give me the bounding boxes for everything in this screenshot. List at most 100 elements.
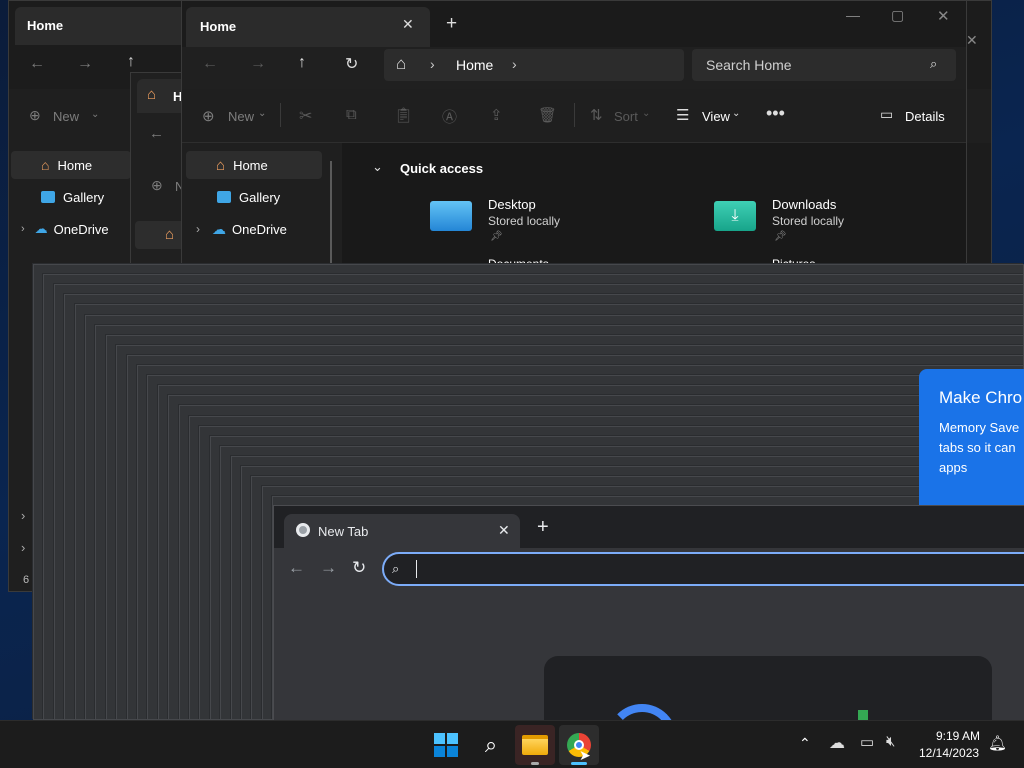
sidebar-item-label: OneDrive [53, 221, 109, 237]
file-explorer-button[interactable] [515, 725, 555, 765]
search-icon[interactable]: ⌕ [930, 56, 937, 72]
sidebar-item-gallery[interactable]: Gallery [11, 183, 131, 211]
new-button[interactable]: New [228, 109, 254, 124]
back-arrow-icon[interactable]: ← [29, 55, 45, 73]
new-button[interactable]: New [53, 109, 79, 124]
address-bar[interactable]: ⌂ › Home › [384, 49, 684, 81]
quick-access-item-desktop[interactable]: Desktop Stored locally 📌︎ [428, 193, 678, 249]
chevron-right-icon[interactable]: › [196, 222, 200, 236]
gallery-icon [41, 191, 55, 203]
chevron-right-icon[interactable]: › [21, 540, 25, 555]
search-placeholder: Search Home [706, 57, 792, 73]
share-icon[interactable]: ⇪ [490, 106, 503, 124]
chevron-down-icon: ⌄ [258, 108, 267, 119]
view-button[interactable]: View [702, 109, 730, 124]
tab-title: Home [200, 19, 237, 34]
chevron-down-icon: ⌄ [642, 108, 651, 119]
sort-icon[interactable]: ⇅ [590, 106, 603, 124]
home-icon: ⌂ [41, 157, 50, 173]
tab-title: Home [27, 18, 64, 33]
new-tab-button[interactable]: + [446, 13, 457, 35]
sidebar-item-gallery[interactable]: Gallery [186, 183, 322, 211]
omnibox[interactable]: ⌕ [382, 552, 1024, 586]
back-arrow-icon[interactable]: ← [149, 125, 164, 142]
home-icon: ⌂ [216, 156, 226, 174]
up-arrow-icon[interactable]: ↑ [298, 54, 306, 72]
copy-icon[interactable]: ⧉ [346, 106, 357, 123]
windows-logo-icon [434, 733, 458, 757]
divider [280, 103, 281, 127]
paste-icon[interactable]: 📋︎ [394, 106, 413, 124]
onedrive-icon: ☁ [212, 220, 226, 237]
quick-access-title[interactable]: Quick access [400, 161, 483, 176]
up-arrow-icon[interactable]: ↑ [127, 53, 135, 71]
close-icon[interactable]: ✕ [966, 32, 978, 49]
onedrive-offline-icon[interactable]: ☁ [829, 733, 845, 753]
chevron-down-icon[interactable]: ⌄ [372, 159, 383, 175]
close-window-icon[interactable]: ✕ [937, 7, 950, 25]
popup-body-line: tabs so it can [939, 440, 1016, 455]
sidebar-item-home[interactable]: ⌂ Home [11, 151, 131, 179]
refresh-icon[interactable]: ↻ [345, 54, 358, 74]
close-tab-icon[interactable]: ✕ [498, 522, 510, 539]
chevron-right-icon: › [430, 56, 435, 72]
cut-icon[interactable]: ✂ [299, 106, 312, 126]
chrome-favicon-icon [296, 523, 310, 537]
new-icon[interactable]: ⊕ [202, 107, 215, 125]
view-icon[interactable]: ☰ [676, 106, 689, 124]
chevron-right-icon[interactable]: › [21, 223, 25, 235]
new-tab-button[interactable]: + [537, 516, 549, 539]
desktop-folder-icon [430, 201, 472, 231]
home-icon: ⌂ [147, 86, 157, 103]
more-options-icon[interactable]: ••• [766, 103, 785, 124]
details-icon[interactable]: ▭ [880, 106, 893, 123]
command-bar: ⊕ New ⌄ ✂ ⧉ 📋︎ Ⓐ ⇪ 🗑︎ ⇅ Sort ⌄ ☰ View ⌄ … [182, 89, 966, 143]
popup-title: Make Chro [939, 388, 1023, 407]
new-icon[interactable]: ⊕ [29, 107, 41, 124]
sort-button[interactable]: Sort [614, 109, 638, 124]
back-arrow-icon[interactable]: ← [288, 558, 305, 578]
tab-home-back[interactable]: Home [15, 7, 191, 45]
sidebar-item-label: Home [57, 157, 93, 173]
back-arrow-icon[interactable]: ← [202, 55, 218, 73]
forward-arrow-icon[interactable]: → [320, 558, 337, 578]
delete-icon[interactable]: 🗑︎ [538, 106, 557, 124]
home-icon: ⌂ [396, 54, 407, 73]
search-button[interactable]: ⌕ [471, 725, 511, 765]
breadcrumb-home[interactable]: Home [456, 57, 493, 73]
network-icon[interactable]: ▭ [860, 733, 874, 751]
search-input[interactable]: Search Home ⌕ [692, 49, 956, 81]
volume-muted-icon[interactable]: 🔇︎ [886, 733, 895, 750]
notification-bell-icon[interactable]: 🔔︎ [988, 734, 1007, 752]
tab-new-tab[interactable]: New Tab ✕ [284, 514, 520, 548]
details-button[interactable]: Details [905, 109, 945, 124]
nav-scrollbar[interactable] [330, 161, 332, 269]
minimize-icon[interactable]: — [846, 7, 860, 23]
reload-icon[interactable]: ↻ [352, 558, 366, 578]
chevron-right-icon[interactable]: › [512, 56, 517, 72]
popup-body-line: apps [939, 460, 968, 475]
sidebar-item-home[interactable]: ⌂ Home [186, 151, 322, 179]
close-tab-icon[interactable]: ✕ [402, 16, 414, 33]
sidebar-item-onedrive[interactable]: › ☁ OneDrive [186, 215, 322, 243]
new-icon[interactable]: ⊕ [151, 177, 163, 194]
quick-access-item-downloads[interactable]: ⤓ Downloads Stored locally 📌︎ [712, 193, 962, 249]
forward-arrow-icon[interactable]: → [77, 55, 93, 73]
explorer-window-front: Home ✕ + — ▢ ✕ ← → ↑ ↻ ⌂ › Home › Search… [181, 0, 967, 270]
forward-arrow-icon[interactable]: → [250, 55, 266, 73]
tab-home[interactable]: Home ✕ [186, 7, 430, 47]
text-cursor [416, 560, 417, 578]
sidebar-item-label: Home [233, 157, 268, 173]
sidebar-item-label: OneDrive [232, 221, 287, 237]
chevron-up-icon[interactable]: ⌃ [799, 735, 811, 752]
chevron-right-icon[interactable]: › [21, 508, 25, 523]
chevron-down-icon: ⌄ [91, 109, 100, 120]
sidebar-item-onedrive[interactable]: › ☁ OneDrive [11, 215, 131, 243]
rename-icon[interactable]: Ⓐ [442, 106, 457, 127]
chrome-button[interactable]: ➤ [559, 725, 599, 765]
item-name: Downloads [772, 197, 837, 212]
clock-time[interactable]: 9:19 AM [936, 729, 980, 743]
clock-date[interactable]: 12/14/2023 [919, 746, 979, 760]
start-button[interactable] [426, 725, 466, 765]
maximize-icon[interactable]: ▢ [891, 7, 904, 24]
